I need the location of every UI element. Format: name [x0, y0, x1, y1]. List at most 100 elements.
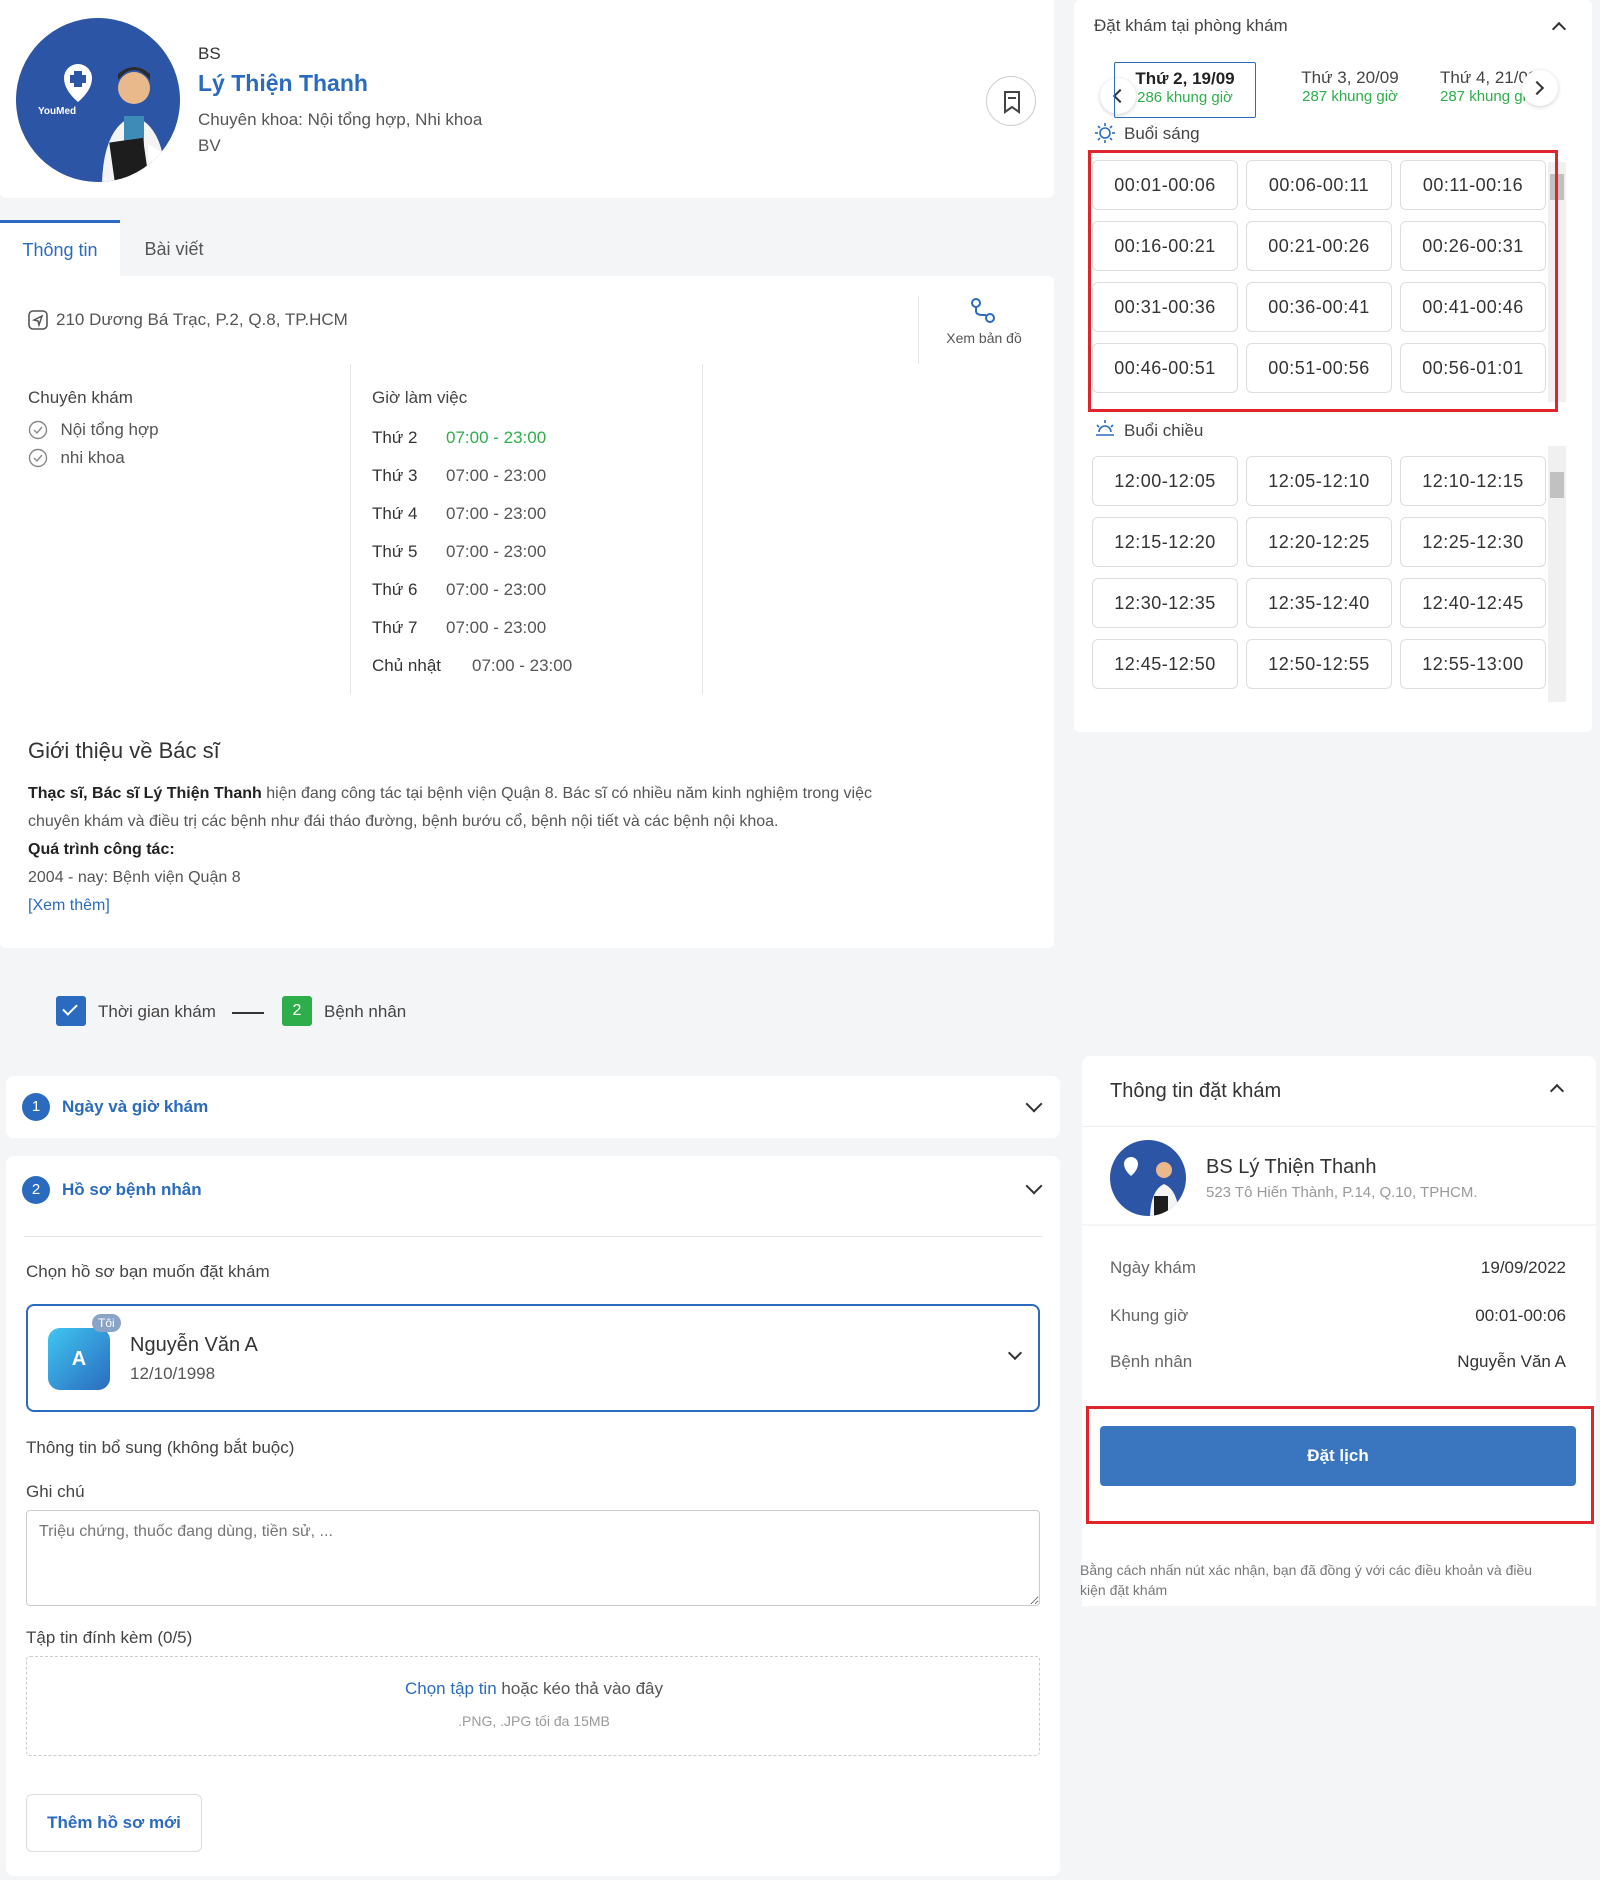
time-slot[interactable]: 12:30-12:35 [1092, 578, 1238, 628]
hours-day: Thứ 2 [372, 428, 418, 447]
tab-info-label: Thông tin [22, 240, 98, 260]
hours-time: 07:00 - 23:00 [446, 504, 547, 523]
time-slot[interactable]: 12:55-13:00 [1400, 639, 1546, 689]
date-tab[interactable]: Thứ 3, 20/09 287 khung giờ [1270, 62, 1430, 118]
hours-day: Thứ 6 [372, 580, 418, 599]
upload-text: Chọn tập tin hoặc kéo thả vào đây [27, 1679, 1041, 1699]
summary-value: 19/09/2022 [1480, 1258, 1566, 1277]
date-tab-slots: 287 khung giờ [1302, 88, 1398, 105]
time-slot[interactable]: 12:45-12:50 [1092, 639, 1238, 689]
summary-value: Nguyễn Văn A [1457, 1352, 1566, 1371]
hours-row: Thứ 6 07:00 - 23:00 [372, 580, 672, 618]
specialties-heading: Chuyên khám [28, 388, 133, 407]
step-connector [232, 1012, 264, 1014]
intro-text-2: chuyên khám và điều trị các bệnh như đái… [28, 813, 779, 830]
date-tab-slots: 286 khung giờ [1137, 89, 1233, 106]
chevron-down-icon [1025, 1095, 1043, 1113]
morning-label: Buổi sáng [1124, 124, 1200, 143]
sunset-icon [1096, 420, 1114, 436]
doctor-avatar: YouMed [16, 18, 180, 182]
intro-heading: Giới thiệu về Bác sĩ [28, 738, 220, 763]
summary-label: Bệnh nhân [1110, 1352, 1193, 1371]
check-circle-icon [28, 420, 48, 440]
tab-posts-label: Bài viết [144, 239, 204, 259]
step-2-label: Bệnh nhân [324, 1002, 407, 1021]
afternoon-scrollbar[interactable] [1548, 446, 1566, 702]
profile-select[interactable]: A Tôi Nguyễn Văn A 12/10/1998 [26, 1304, 1040, 1412]
time-slot[interactable]: 12:20-12:25 [1246, 517, 1392, 567]
sun-icon [1095, 123, 1115, 143]
chevron-down-icon [1007, 1345, 1023, 1361]
upload-instruction: hoặc kéo thả vào đây [496, 1679, 664, 1698]
career-item: 2004 - nay: Bệnh viện Quận 8 [28, 869, 241, 886]
intro-text-1: hiện đang công tác tại bệnh viện Quận 8.… [261, 785, 872, 802]
profile-avatar: A [48, 1328, 110, 1390]
hours-day: Thứ 7 [372, 618, 418, 637]
step-1-label: Thời gian khám [98, 1002, 216, 1021]
upload-hint: .PNG, .JPG tối đa 15MB [458, 1713, 610, 1729]
section-1-title: Ngày và giờ khám [62, 1097, 209, 1116]
next-date-button[interactable] [1522, 70, 1558, 106]
time-slot[interactable]: 12:35-12:40 [1246, 578, 1392, 628]
upload-dropzone[interactable]: Chọn tập tin hoặc kéo thả vào đây .PNG, … [26, 1656, 1040, 1756]
choose-file-link[interactable]: Chọn tập tin [405, 1679, 497, 1698]
specialty-label: Nội tổng hợp [60, 420, 159, 439]
hours-row: Thứ 5 07:00 - 23:00 [372, 542, 672, 580]
hours-time: 07:00 - 23:00 [446, 428, 547, 447]
attachment-label: Tập tin đính kèm (0/5) [26, 1628, 193, 1647]
time-slot[interactable]: 12:15-12:20 [1092, 517, 1238, 567]
hours-day: Thứ 3 [372, 466, 418, 485]
tab-info[interactable]: Thông tin [0, 220, 120, 278]
time-slot[interactable]: 12:00-12:05 [1092, 456, 1238, 506]
self-badge: Tôi [92, 1314, 121, 1332]
hours-time: 07:00 - 23:00 [446, 542, 547, 561]
profile-dob: 12/10/1998 [130, 1364, 216, 1383]
terms-text: Bằng cách nhấn nút xác nhận, bạn đã đồng… [1080, 1560, 1600, 1600]
bookmark-icon [1004, 91, 1020, 114]
view-map-label: Xem bản đồ [946, 330, 1022, 346]
extra-info-label: Thông tin bổ sung (không bắt buộc) [26, 1438, 295, 1457]
section-1-number: 1 [22, 1093, 50, 1121]
working-hours-table: Thứ 2 07:00 - 23:00 Thứ 3 07:00 - 23:00 Th… [372, 428, 672, 694]
summary-value: 00:01-00:06 [1475, 1306, 1566, 1325]
add-profile-button[interactable]: Thêm hồ sơ mới [26, 1794, 202, 1852]
collapse-chevron-icon[interactable] [1551, 21, 1567, 37]
column-divider [702, 364, 703, 694]
date-tab-active[interactable]: Thứ 2, 19/09 286 khung giờ [1114, 62, 1256, 118]
specialty-item: nhi khoa [28, 448, 125, 468]
see-more-link[interactable]: [Xem thêm] [28, 892, 1028, 920]
view-map-button[interactable]: Xem bản đồ [936, 296, 1032, 356]
specialty-label: nhi khoa [60, 448, 125, 467]
note-textarea[interactable] [26, 1510, 1040, 1606]
booking-card: Đặt khám tại phòng khám Thứ 2, 19/09 286… [1074, 0, 1592, 732]
collapse-chevron-icon[interactable] [1549, 1083, 1565, 1099]
chevron-down-icon[interactable] [1025, 1177, 1043, 1195]
time-slot[interactable]: 12:50-12:55 [1246, 639, 1392, 689]
working-hours-heading: Giờ làm việc [372, 388, 468, 407]
afternoon-slot-grid: 12:00-12:05 12:05-12:10 12:10-12:15 12:15-1… [1092, 456, 1552, 702]
specialty-item: Nội tổng hợp [28, 420, 159, 440]
hours-day: Chủ nhật [372, 656, 441, 675]
time-slot[interactable]: 12:40-12:45 [1400, 578, 1546, 628]
hours-time: 07:00 - 23:00 [446, 618, 547, 637]
tab-posts[interactable]: Bài viết [120, 220, 228, 278]
bookmark-button[interactable] [986, 76, 1036, 126]
summary-doctor-address: 523 Tô Hiến Thành, P.14, Q.10, TPHCM. [1206, 1184, 1478, 1201]
afternoon-label: Buổi chiều [1124, 421, 1204, 440]
time-slot[interactable]: 12:05-12:10 [1246, 456, 1392, 506]
hours-time: 07:00 - 23:00 [446, 580, 547, 599]
time-slot[interactable]: 12:10-12:15 [1400, 456, 1546, 506]
hours-time: 07:00 - 23:00 [472, 656, 573, 675]
section-patient-profile: 2 Hồ sơ bệnh nhân Chọn hồ sơ bạn muốn đặ… [6, 1156, 1060, 1876]
route-icon [971, 298, 995, 323]
hours-time: 07:00 - 23:00 [446, 466, 547, 485]
doctor-specialty: Chuyên khoa: Nội tổng hợp, Nhi khoa [198, 110, 483, 129]
hours-row: Thứ 2 07:00 - 23:00 [372, 428, 672, 466]
doctor-photo-icon [16, 18, 180, 182]
chevron-right-icon [1529, 80, 1545, 96]
section-date-time[interactable]: 1 Ngày và giờ khám [6, 1076, 1060, 1138]
summary-doctor-avatar [1110, 1140, 1186, 1216]
divider [24, 1236, 1042, 1237]
hours-row: Chủ nhật 07:00 - 23:00 [372, 656, 672, 694]
time-slot[interactable]: 12:25-12:30 [1400, 517, 1546, 567]
